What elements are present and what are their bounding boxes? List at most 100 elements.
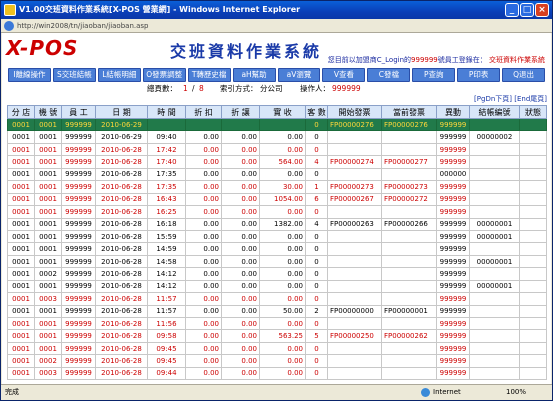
nav-settle-button[interactable]: S交班結帳 — [52, 68, 96, 82]
close-button[interactable]: × — [535, 3, 549, 17]
table-row[interactable]: 0001 0002 999999 2010-06-28 14:12 0.00 0.00 0.0… — [7, 267, 547, 281]
table-cell: 2010-06-28 — [95, 242, 148, 256]
address-bar[interactable]: http://win2008/tn/jiaoban/jiaoban.asp — [1, 19, 552, 33]
table-row[interactable]: 0001 0001 999999 2010-06-28 17:40 0.00 0.00 564… — [7, 155, 547, 169]
table-cell — [469, 366, 520, 381]
table-cell: 0 — [305, 279, 328, 294]
col-current-invoice[interactable]: 當前發票 — [381, 105, 437, 119]
col-start-invoice[interactable]: 開始發票 — [327, 105, 382, 119]
table-row[interactable]: 0001 0001 999999 2010-06-28 14:59 0.00 0.00 0.0… — [7, 242, 547, 256]
table-row[interactable]: 0001 0003 999999 2010-06-28 11:57 0.00 0.00 0.0… — [7, 292, 547, 306]
table-row[interactable]: 0001 0001 999999 2010-06-28 17:35 0.00 0.00 0.0… — [7, 167, 547, 182]
nav-exit-button[interactable]: Q退出 — [502, 68, 546, 82]
col-status[interactable]: 狀態 — [519, 105, 547, 119]
table-cell — [381, 366, 437, 381]
table-cell: 999999 — [436, 217, 470, 231]
zoom-level[interactable]: 100% — [506, 385, 526, 400]
table-cell: 0.00 — [221, 242, 260, 256]
nav-print-button[interactable]: P印表 — [457, 68, 501, 82]
table-cell — [519, 316, 547, 331]
table-row[interactable]: 0001 0001 999999 2010-06-28 11:56 0.00 0.00 0.0… — [7, 316, 547, 331]
table-cell: 0001 — [7, 167, 35, 182]
table-cell — [327, 205, 382, 219]
table-cell: 999999 — [436, 155, 470, 169]
nav-detail-button[interactable]: L結帳明細 — [97, 68, 141, 82]
nav-view-button[interactable]: V查看 — [322, 68, 366, 82]
nav-send-button[interactable]: C發檔 — [367, 68, 411, 82]
col-customers[interactable]: 客 數 — [305, 105, 328, 119]
table-cell: 0001 — [7, 180, 35, 194]
table-cell: 0.00 — [185, 217, 222, 231]
table-cell: 2010-06-28 — [95, 329, 148, 343]
table-cell: 0.00 — [221, 155, 260, 169]
maximize-button[interactable]: □ — [520, 3, 534, 17]
table-cell: 0.00 — [259, 167, 306, 182]
table-cell: 0001 — [34, 192, 62, 207]
table-row[interactable]: 0001 0001 999999 2010-06-28 15:59 0.00 0.00 0.0… — [7, 229, 547, 244]
col-employee[interactable]: 員 工 — [61, 105, 96, 119]
address-url[interactable]: http://win2008/tn/jiaoban/jiaoban.asp — [17, 20, 149, 32]
col-change[interactable]: 異動 — [436, 105, 470, 119]
table-cell — [381, 205, 437, 219]
table-cell: 999999 — [61, 192, 96, 207]
table-cell: 0.00 — [259, 142, 306, 157]
nav-query-button[interactable]: P查詢 — [412, 68, 456, 82]
table-cell — [381, 229, 437, 244]
col-date[interactable]: 日 期 — [95, 105, 148, 119]
table-cell — [469, 304, 520, 319]
col-machine[interactable]: 機 號 — [34, 105, 62, 119]
table-row[interactable]: 0001 0001 999999 2010-06-28 14:58 0.00 0.00 0.0… — [7, 254, 547, 269]
table-cell: 0001 — [7, 341, 35, 356]
table-row[interactable]: 0001 0002 999999 2010-06-28 09:45 0.00 0.00 0.0… — [7, 354, 547, 368]
table-row[interactable]: 0001 0001 999999 2010-06-28 09:58 0.00 0.00 563… — [7, 329, 547, 343]
table-cell: 999999 — [61, 279, 96, 294]
table-cell: 00000001 — [469, 254, 520, 269]
table-cell: 0.00 — [221, 130, 260, 144]
table-cell — [381, 279, 437, 294]
page-sep: / — [192, 84, 195, 93]
col-discount[interactable]: 折 扣 — [185, 105, 222, 119]
table-cell: 2010-06-28 — [95, 180, 148, 194]
table-cell: 0.00 — [221, 217, 260, 231]
nav-browse-button[interactable]: aV瀏覽 — [277, 68, 321, 82]
table-row[interactable]: 0001 0001 999999 2010-06-28 16:25 0.00 0.00 0.0… — [7, 205, 547, 219]
minimize-button[interactable]: _ — [505, 3, 519, 17]
page-content: X-POS 交班資料作業系統 您目前以加盟商C_Login的999999號員工登… — [2, 33, 551, 384]
table-row[interactable]: 0001 0001 999999 2010-06-28 16:18 0.00 0.00 138… — [7, 217, 547, 231]
col-received[interactable]: 實 收 — [259, 105, 306, 119]
table-row[interactable]: 0001 0001 999999 2010-06-28 11:57 0.00 0.00 50.… — [7, 304, 547, 319]
table-cell: 09:40 — [147, 130, 186, 144]
page-down-link[interactable]: [PgDn下頁] — [474, 95, 512, 103]
table-cell: 0001 — [7, 130, 35, 144]
nav-invoice-button[interactable]: O發票調整 — [142, 68, 186, 82]
table-row[interactable]: 0001 0001 999999 2010-06-28 16:43 0.00 0.00 105… — [7, 192, 547, 207]
table-row[interactable]: 0001 0001 999999 2010-06-29 09:40 0.00 0.00 0.0… — [7, 130, 547, 144]
table-cell: 0.00 — [185, 229, 222, 244]
table-cell: 2010-06-28 — [95, 229, 148, 244]
col-store[interactable]: 分 店 — [7, 105, 35, 119]
table-row[interactable]: 0001 0001 999999 2010-06-28 17:35 0.00 0.00 30.… — [7, 180, 547, 194]
operator-id: 999999 — [332, 84, 361, 93]
table-row[interactable]: 0001 0001 999999 2010-06-28 17:42 0.00 0.00 0.0… — [7, 142, 547, 157]
table-cell: 2010-06-29 — [95, 117, 148, 132]
col-time[interactable]: 時 間 — [147, 105, 186, 119]
table-cell: 0.00 — [185, 279, 222, 294]
nav-offline-button[interactable]: I離線操作 — [8, 68, 51, 82]
table-cell: 999999 — [61, 229, 96, 244]
page-end-link[interactable]: [End尾頁] — [514, 95, 547, 103]
nav-history-button[interactable]: T轉歷史檔 — [187, 68, 231, 82]
table-row[interactable]: 0001 0001 999999 2010-06-28 14:12 0.00 0.00 0.0… — [7, 279, 547, 294]
table-cell: 0.00 — [259, 242, 306, 256]
table-cell — [221, 117, 260, 132]
table-cell: 999999 — [436, 254, 470, 269]
table-row[interactable]: 0001 0001 999999 2010-06-29 0 FP00000276 FP000… — [7, 117, 547, 132]
col-settle-no[interactable]: 結帳編號 — [469, 105, 520, 119]
table-cell: 0 — [305, 254, 328, 269]
table-row[interactable]: 0001 0001 999999 2010-06-28 09:45 0.00 0.00 0.0… — [7, 341, 547, 356]
table-row[interactable]: 0001 0003 999999 2010-06-28 09:44 0.00 0.00 0.0… — [7, 366, 547, 381]
table-cell: 0.00 — [185, 180, 222, 194]
nav-help-button[interactable]: aH幫助 — [232, 68, 276, 82]
table-cell: 0001 — [7, 366, 35, 381]
table-cell: 2010-06-28 — [95, 292, 148, 306]
col-allowance[interactable]: 折 讓 — [221, 105, 260, 119]
